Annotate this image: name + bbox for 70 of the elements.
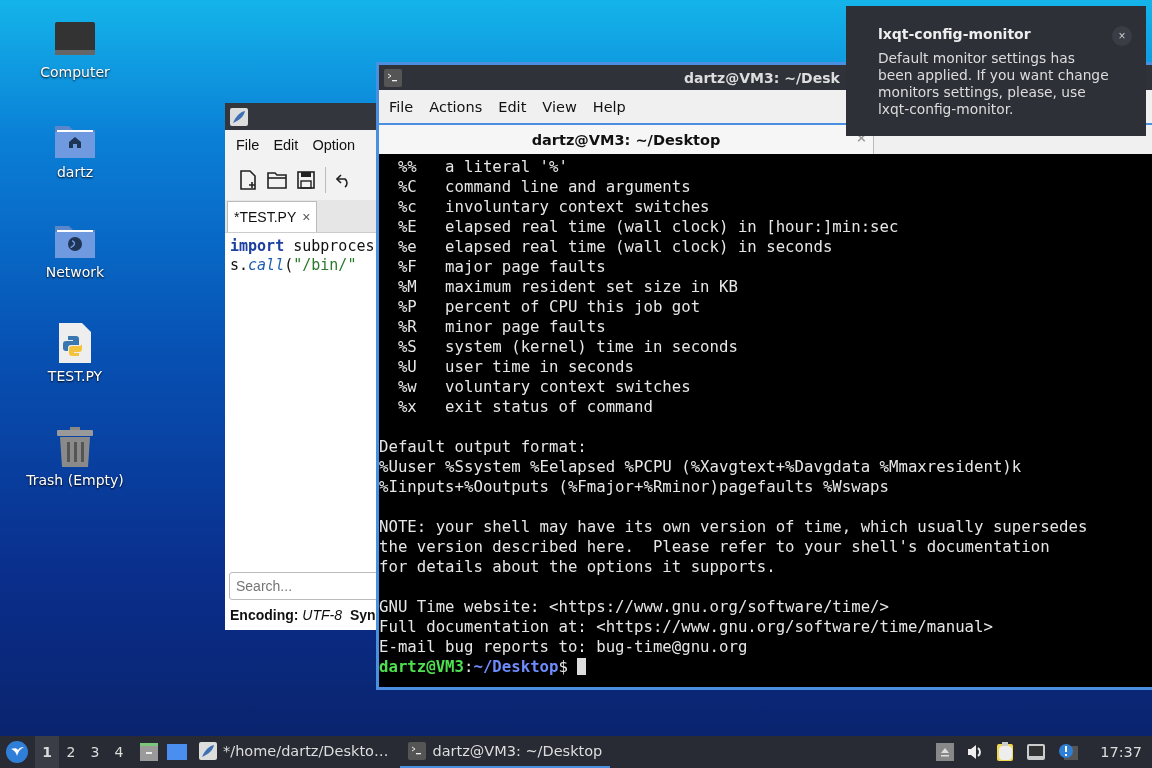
- menu-item[interactable]: Option: [305, 137, 363, 153]
- desktop-switcher[interactable]: 1: [35, 736, 59, 768]
- window-title: dartz@VM3: ~/Desk: [684, 69, 840, 86]
- start-menu-icon[interactable]: [5, 740, 29, 764]
- feather-icon: [230, 107, 248, 126]
- status-text: Syn: [350, 607, 376, 623]
- terminal-line: %e elapsed real time (wall clock) in seconds: [396, 237, 833, 256]
- file-cabinet-icon[interactable]: [139, 742, 159, 762]
- close-icon[interactable]: ×: [302, 209, 311, 225]
- save-icon[interactable]: [297, 171, 315, 189]
- menu-item[interactable]: Edit: [266, 137, 306, 153]
- terminal-line: %Uuser %Ssystem %Eelapsed %PCPU (%Xavgtext+%Davgdata %Mmaxresident)k: [379, 457, 1022, 476]
- terminal-line: %c involuntary context switches: [396, 197, 710, 216]
- menu-item[interactable]: File: [229, 137, 267, 153]
- clipboard-icon[interactable]: [996, 742, 1015, 762]
- terminal-line: E-mail bug reports to: bug-time@gnu.org: [379, 637, 748, 656]
- menu-item[interactable]: Actions: [421, 98, 491, 115]
- close-button[interactable]: ×: [1112, 26, 1132, 46]
- eject-icon[interactable]: [936, 743, 955, 761]
- terminal-line: %F major page faults: [396, 257, 606, 276]
- python-file-icon: [58, 322, 92, 364]
- text-cursor: [576, 658, 586, 675]
- menu-item[interactable]: Help: [584, 98, 634, 115]
- terminal-line: Default output format:: [379, 437, 587, 456]
- terminal-line: the version described here. Please refer to your shell's documentation: [379, 537, 1050, 556]
- network-icon[interactable]: [1026, 743, 1047, 761]
- desktop-icon-label[interactable]: dartz: [56, 164, 94, 180]
- desktop-switcher[interactable]: 4: [107, 736, 131, 768]
- desktop-icon-label[interactable]: Network: [45, 264, 105, 280]
- terminal-line: %% a literal '%': [396, 157, 568, 176]
- terminal-line: %E elapsed real time (wall clock) in [hour:]min:sec: [396, 217, 899, 236]
- terminal-line: %x exit status of command: [396, 397, 653, 416]
- terminal-line: %P percent of CPU this job got: [396, 297, 701, 316]
- terminal-line: %C command line and arguments: [396, 177, 691, 196]
- file-tab[interactable]: *TEST.PY ×: [227, 201, 318, 232]
- taskbar-task[interactable]: dartz@VM3: ~/Desktop: [400, 736, 611, 768]
- code-line: import subproces: [230, 237, 371, 256]
- folder-icon[interactable]: [267, 171, 287, 189]
- terminal-line: %M maximum resident set size in KB: [396, 277, 738, 296]
- terminal-line: %w voluntary context switches: [396, 377, 691, 396]
- terminal-line: %Iinputs+%Ooutputs (%Fmajor+%Rminor)pagefaults %Wswaps: [379, 477, 889, 496]
- terminal-line: %R minor page faults: [396, 317, 606, 336]
- notification-icon[interactable]: [1058, 743, 1079, 761]
- shell-prompt: dartz@VM3:~/Desktop$: [379, 657, 568, 676]
- terminal-line: NOTE: your shell may have its own version of time, which usually supersedes: [379, 517, 1088, 536]
- terminal-icon: [408, 742, 427, 760]
- desktop-icon-label[interactable]: TEST.PY: [47, 368, 103, 384]
- code-line: s.call("/bin/": [230, 256, 358, 275]
- notification-title: lxqt-config-monitor: [878, 26, 1032, 42]
- new-file-icon[interactable]: [239, 170, 257, 190]
- desktop-icon-label[interactable]: Trash (Empty): [26, 472, 124, 488]
- terminal-line: for details about the options it supports.: [379, 557, 776, 576]
- terminal-line: Full documentation at: <https://www.gnu.org/software/time/manual>: [379, 617, 993, 636]
- terminal-line: %U user time in seconds: [396, 357, 634, 376]
- desktop-switcher[interactable]: 3: [83, 736, 107, 768]
- terminal-line: %S system (kernel) time in seconds: [396, 337, 738, 356]
- desktop-switcher[interactable]: 2: [59, 736, 83, 768]
- window-icon[interactable]: [167, 743, 187, 761]
- search-field[interactable]: Search...: [229, 572, 376, 600]
- status-text: Encoding: UTF-8: [230, 607, 342, 623]
- menu-item[interactable]: Edit: [490, 98, 535, 115]
- terminal-icon: [384, 68, 402, 87]
- trash-icon: [56, 426, 94, 468]
- notification-body: Default monitor settings has been applied. If you want change monitors settings, please, use lxqt-config-monitor.: [878, 50, 1110, 118]
- menu-item[interactable]: View: [534, 98, 585, 115]
- feather-icon: [199, 742, 217, 760]
- clock[interactable]: 17:37: [1100, 744, 1142, 760]
- menu-item[interactable]: File: [381, 98, 422, 115]
- taskbar-task[interactable]: */home/dartz/Deskto…: [191, 736, 397, 768]
- terminal-line: GNU Time website: <https://www.gnu.org/software/time/>: [379, 597, 889, 616]
